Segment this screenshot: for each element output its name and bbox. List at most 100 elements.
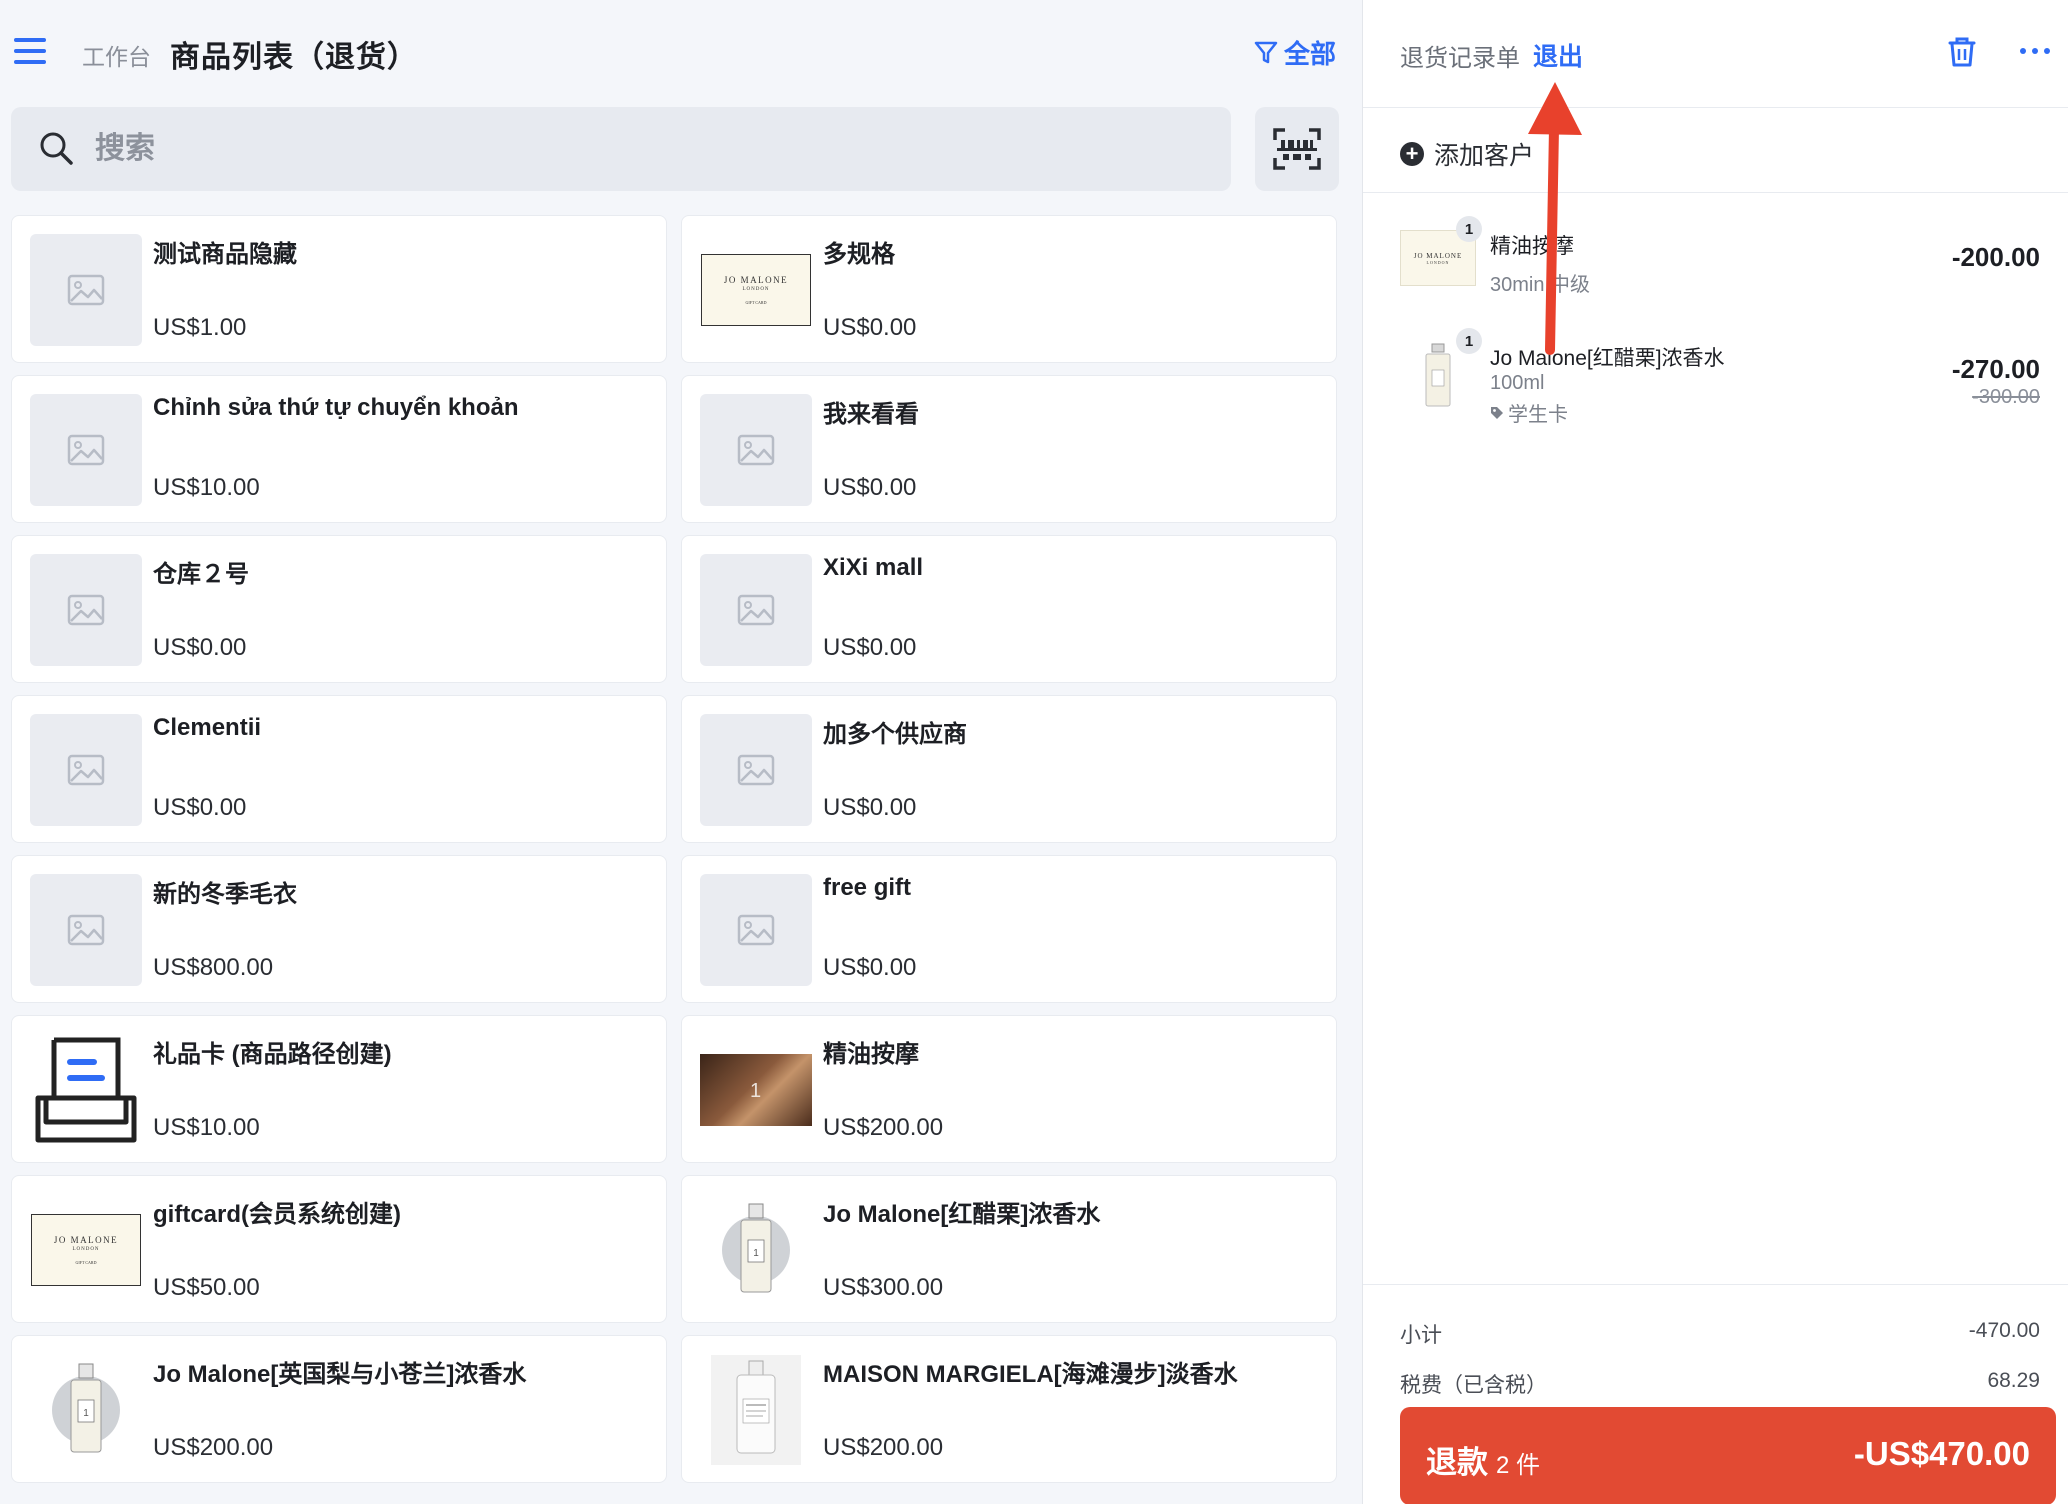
subtotal-row: 小计 -470.00 [1400, 1319, 2040, 1349]
product-thumbnail [30, 234, 142, 346]
product-name: 测试商品隐藏 [153, 241, 297, 268]
product-price: US$200.00 [153, 1434, 274, 1461]
tax-label: 税费（已含税） [1400, 1374, 1547, 1397]
line-item-variant: 100ml [1490, 372, 1545, 394]
plus-circle-icon: + [1400, 142, 1424, 166]
add-customer-button[interactable]: + 添加客户 [1400, 136, 1534, 172]
product-card[interactable]: free gift US$0.00 [681, 855, 1337, 1003]
product-card[interactable]: MAISON MARGIELA[海滩漫步]淡香水 US$200.00 [681, 1335, 1337, 1483]
product-card[interactable]: 1 Jo Malone[红醋栗]浓香水 US$300.00 [681, 1175, 1337, 1323]
add-customer-label: 添加客户 [1434, 142, 1535, 170]
city-text: LONDON [1426, 259, 1450, 265]
subtotal-value: -470.00 [1968, 1319, 2040, 1342]
product-thumbnail [700, 1354, 812, 1466]
product-thumbnail [30, 874, 142, 986]
product-price: US$0.00 [823, 314, 917, 341]
product-card[interactable]: 仓库２号 US$0.00 [11, 535, 667, 683]
product-price: US$50.00 [153, 1274, 260, 1301]
product-price: US$800.00 [153, 954, 274, 981]
image-placeholder-icon [67, 914, 105, 946]
return-cart-pane: 退货记录单 退出 + 添加客户 JO MALONE LONDON 1 精油按摩 … [1362, 0, 2068, 1504]
product-thumbnail: JO MALONE LONDON GIFT CARD [30, 1194, 142, 1306]
image-placeholder-icon [737, 594, 775, 626]
perfume-bottle-image [711, 1355, 801, 1465]
top-bar: 工作台 商品列表（退货） 全部 [0, 0, 1362, 100]
filter-button[interactable]: 全部 [1254, 34, 1336, 71]
product-card[interactable]: 测试商品隐藏 US$1.00 [11, 215, 667, 363]
discount-tag-label: 学生卡 [1508, 404, 1568, 426]
line-item-original-amount: -300.00 [1972, 386, 2040, 408]
perfume-bottle-image: 1 [722, 1203, 790, 1293]
exit-button[interactable]: 退出 [1533, 37, 1583, 73]
cart-line-item[interactable]: JO MALONE LONDON 1 精油按摩 30min 中级 -200.00 [1400, 216, 2040, 300]
barcode-scan-icon [1273, 128, 1321, 170]
product-card[interactable]: 礼品卡 (商品路径创建) US$10.00 [11, 1015, 667, 1163]
product-name: 礼品卡 (商品路径创建) [153, 1041, 392, 1068]
product-price: US$10.00 [153, 1114, 260, 1141]
product-price: US$10.00 [153, 474, 260, 501]
product-card[interactable]: 加多个供应商 US$0.00 [681, 695, 1337, 843]
product-price: US$0.00 [823, 954, 917, 981]
product-grid: 测试商品隐藏 US$1.00 JO MALONE LONDON GIFT CARD 多规格… [11, 215, 1339, 1483]
product-card[interactable]: 1 Jo Malone[英国梨与小苍兰]浓香水 US$200.00 [11, 1335, 667, 1483]
product-thumbnail: 1 [700, 1034, 812, 1146]
line-item-amount: -200.00 [1951, 242, 2040, 272]
cart-footer: 小计 -470.00 税费（已含税） 68.29 退款 2 件 -US$470.… [1363, 1284, 2068, 1504]
massage-photo: 1 [700, 1054, 812, 1126]
discount-tag: 学生卡 [1490, 398, 1568, 427]
image-placeholder-icon [67, 754, 105, 786]
trash-icon[interactable] [1947, 36, 1977, 68]
product-thumbnail: JO MALONE LONDON GIFT CARD [700, 234, 812, 346]
product-card[interactable]: Clementii US$0.00 [11, 695, 667, 843]
refund-amount: -US$470.00 [1853, 1435, 2030, 1472]
product-thumbnail: 1 [30, 1354, 142, 1466]
product-name: 新的冬季毛衣 [153, 881, 297, 908]
line-item-name: Jo Malone[红醋栗]浓香水 [1490, 347, 1725, 370]
menu-icon[interactable] [14, 38, 46, 64]
product-card[interactable]: 新的冬季毛衣 US$800.00 [11, 855, 667, 1003]
jomalone-card-image: JO MALONE LONDON GIFT CARD [701, 254, 811, 326]
scan-button[interactable] [1255, 107, 1339, 191]
image-placeholder-icon [67, 274, 105, 306]
line-item-amount: -270.00 [1951, 354, 2040, 384]
filter-icon [1254, 41, 1278, 63]
breadcrumb[interactable]: 工作台 [82, 38, 151, 72]
svg-text:1: 1 [753, 1248, 759, 1259]
product-thumbnail [30, 394, 142, 506]
product-list-pane: 工作台 商品列表（退货） 全部 测试商品隐藏 US$1.00 JO MALONELO… [0, 0, 1362, 1504]
product-name: giftcard(会员系统创建) [153, 1201, 401, 1228]
refund-label: 退款 [1426, 1445, 1488, 1480]
product-name: 我来看看 [823, 401, 919, 428]
perfume-bottle-thumbnail [1414, 342, 1462, 412]
subtotal-label: 小计 [1400, 1324, 1442, 1347]
product-price: US$0.00 [823, 634, 917, 661]
divider [1363, 192, 2068, 193]
search-input[interactable] [95, 132, 1195, 166]
refund-count: 2 件 [1496, 1452, 1541, 1479]
tax-row: 税费（已含税） 68.29 [1400, 1369, 2040, 1399]
more-options-icon[interactable] [2020, 48, 2050, 54]
tax-value: 68.29 [1987, 1369, 2040, 1392]
product-thumbnail [30, 554, 142, 666]
page-title: 商品列表（退货） [170, 41, 418, 74]
product-thumbnail [700, 554, 812, 666]
filter-label: 全部 [1283, 39, 1336, 69]
svg-text:1: 1 [83, 1408, 89, 1419]
product-card[interactable]: 1 精油按摩 US$200.00 [681, 1015, 1337, 1163]
search-bar[interactable] [11, 107, 1231, 191]
product-price: US$0.00 [823, 794, 917, 821]
line-item-variant: 30min 中级 [1490, 274, 1591, 296]
product-card[interactable]: 我来看看 US$0.00 [681, 375, 1337, 523]
product-card[interactable]: Chỉnh sửa thứ tự chuyển khoản US$10.00 [11, 375, 667, 523]
cart-line-item[interactable]: 1 Jo Malone[红醋栗]浓香水 100ml 学生卡 -270.00 -3… [1400, 328, 2040, 427]
product-price: US$0.00 [153, 794, 247, 821]
product-thumbnail [700, 874, 812, 986]
search-icon [40, 132, 73, 165]
product-card[interactable]: JO MALONE LONDON GIFT CARD giftcard(会员系统创建)… [11, 1175, 667, 1323]
refund-button[interactable]: 退款 2 件 -US$470.00 [1400, 1407, 2056, 1504]
product-name: 仓库２号 [153, 561, 249, 588]
product-card[interactable]: XiXi mall US$0.00 [681, 535, 1337, 683]
product-thumbnail: 1 [700, 1194, 812, 1306]
product-name: 加多个供应商 [823, 721, 967, 748]
product-card[interactable]: JO MALONE LONDON GIFT CARD 多规格 US$0.00 [681, 215, 1337, 363]
